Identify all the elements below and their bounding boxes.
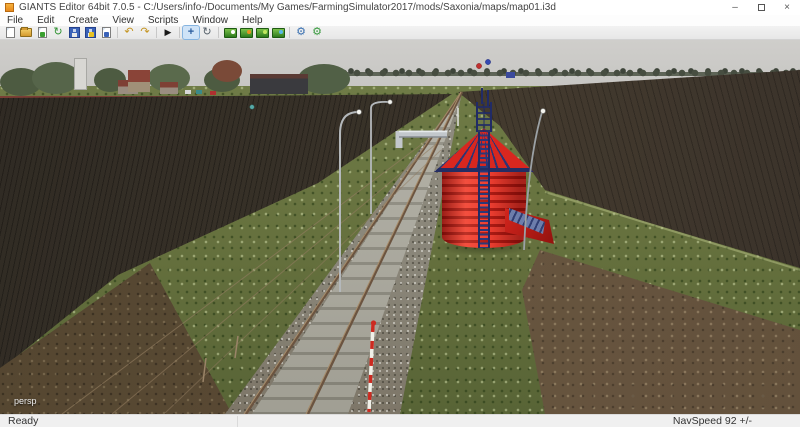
- export-badge-icon: [104, 32, 109, 37]
- save-as-button[interactable]: [82, 26, 98, 39]
- parked-car: [210, 91, 216, 95]
- toolbar-separator: [218, 27, 219, 38]
- camera-label: persp: [14, 396, 37, 406]
- status-bar: Ready NavSpeed 92 +/-: [0, 414, 800, 427]
- giants-app-icon: [5, 3, 14, 12]
- gear-green-icon: ⚙: [312, 27, 322, 38]
- play-icon: ▶: [165, 27, 172, 38]
- save-icon: [69, 27, 80, 38]
- reload-button[interactable]: ↻: [50, 26, 66, 39]
- import-icon: [38, 27, 47, 38]
- menu-scripts[interactable]: Scripts: [141, 15, 186, 26]
- silo-ladder-cage: [476, 102, 492, 132]
- silo-antenna: [481, 88, 483, 104]
- toolbar: ↻ ↶ ↷ ▶ + ↻ ⚙ ⚙: [0, 26, 800, 40]
- toolbar-separator: [156, 27, 157, 38]
- undo-icon: ↶: [124, 27, 133, 38]
- paint-badge-icon: [247, 30, 251, 34]
- close-button[interactable]: ×: [774, 0, 800, 15]
- tree: [32, 62, 80, 94]
- terrain-sculpt-icon: [224, 28, 237, 38]
- menu-view[interactable]: View: [105, 15, 141, 26]
- maximize-button[interactable]: [748, 0, 774, 15]
- parked-car: [185, 90, 191, 94]
- giants-editor-window: GIANTS Editor 64bit 7.0.5 - C:/Users/inf…: [0, 0, 800, 427]
- status-divider: [237, 416, 238, 427]
- preferences-button[interactable]: ⚙: [309, 26, 325, 39]
- autumn-tree: [212, 60, 242, 82]
- save-button[interactable]: [66, 26, 82, 39]
- village-barn: [250, 74, 308, 94]
- nav-speed-indicator: NavSpeed 92 +/-: [673, 415, 752, 427]
- translate-mode-button[interactable]: +: [183, 26, 199, 39]
- redo-icon: ↷: [140, 27, 149, 38]
- play-button[interactable]: ▶: [160, 26, 176, 39]
- menu-edit[interactable]: Edit: [30, 15, 61, 26]
- export-icon: [102, 27, 111, 38]
- new-file-icon: [6, 27, 15, 38]
- minimize-button[interactable]: –: [722, 0, 748, 15]
- window-title: GIANTS Editor 64bit 7.0.5 - C:/Users/inf…: [19, 2, 556, 13]
- terrain-info-button[interactable]: [270, 26, 286, 39]
- save-as-icon: [85, 27, 96, 38]
- redo-button[interactable]: ↷: [137, 26, 153, 39]
- new-file-button[interactable]: [2, 26, 18, 39]
- menu-create[interactable]: Create: [61, 15, 105, 26]
- terrain-paint-icon: [240, 28, 253, 38]
- menu-window[interactable]: Window: [185, 15, 235, 26]
- rotate-mode-icon: ↻: [202, 27, 211, 38]
- reload-icon: ↻: [53, 27, 62, 38]
- sculpt-badge-icon: [231, 30, 235, 34]
- silo-ladder: [478, 132, 490, 248]
- gear-blue-icon: ⚙: [296, 27, 306, 38]
- terrain-info-icon: [272, 28, 285, 38]
- options-button[interactable]: ⚙: [293, 26, 309, 39]
- menu-help[interactable]: Help: [235, 15, 270, 26]
- title-bar: GIANTS Editor 64bit 7.0.5 - C:/Users/inf…: [0, 0, 800, 15]
- window-controls: – ×: [722, 0, 800, 15]
- foliage-badge-icon: [263, 30, 267, 34]
- info-badge-icon: [279, 30, 283, 34]
- village-house: [160, 82, 178, 94]
- import-button[interactable]: [34, 26, 50, 39]
- 3d-viewport[interactable]: persp: [0, 40, 800, 414]
- toolbar-separator: [179, 27, 180, 38]
- parked-car: [196, 90, 202, 94]
- import-badge-icon: [40, 32, 45, 37]
- terrain-paint-button[interactable]: [238, 26, 254, 39]
- toolbar-separator: [117, 27, 118, 38]
- toolbar-separator: [289, 27, 290, 38]
- open-folder-icon: [20, 28, 32, 37]
- save-as-badge-icon: [89, 32, 94, 37]
- undo-button[interactable]: ↶: [121, 26, 137, 39]
- status-message: Ready: [8, 415, 38, 427]
- village-silo-tower: [74, 58, 87, 90]
- terrain-sculpt-button[interactable]: [222, 26, 238, 39]
- menu-file[interactable]: File: [0, 15, 30, 26]
- export-button[interactable]: [98, 26, 114, 39]
- rotate-mode-button[interactable]: ↻: [199, 26, 215, 39]
- open-file-button[interactable]: [18, 26, 34, 39]
- translate-mode-icon: +: [188, 27, 194, 38]
- maximize-icon: [758, 4, 765, 11]
- village-house: [128, 70, 150, 92]
- terrain-foliage-icon: [256, 28, 269, 38]
- menu-bar: File Edit Create View Scripts Window Hel…: [0, 15, 800, 26]
- terrain-foliage-button[interactable]: [254, 26, 270, 39]
